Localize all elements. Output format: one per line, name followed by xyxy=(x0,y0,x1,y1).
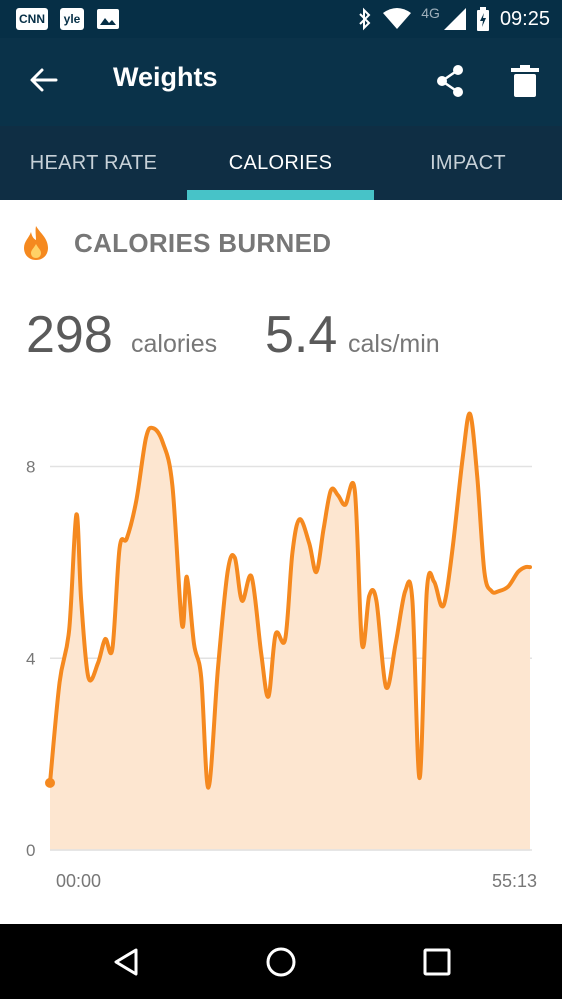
tab-impact[interactable]: IMPACT xyxy=(374,126,562,200)
clock: 09:25 xyxy=(499,8,550,30)
flame-icon xyxy=(24,226,48,260)
system-nav-bar xyxy=(0,924,562,999)
total-calories-value: 298 xyxy=(26,306,113,364)
total-calories-unit: calories xyxy=(131,330,218,358)
share-icon[interactable] xyxy=(434,64,466,98)
nav-recents-icon[interactable] xyxy=(419,944,455,980)
cell-signal-icon xyxy=(443,8,466,30)
tab-calories[interactable]: CALORIES xyxy=(187,126,374,200)
status-bar: CNN yle 4G 09:25 xyxy=(0,0,562,38)
bluetooth-icon xyxy=(359,7,371,31)
cnn-notification-icon: CNN xyxy=(16,8,48,30)
battery-icon xyxy=(476,7,489,31)
tab-bar: HEART RATE CALORIES IMPACT xyxy=(0,126,562,200)
area-fill xyxy=(50,413,530,850)
calorie-rate-value: 5.4 xyxy=(265,306,338,364)
calorie-rate-unit: cals/min xyxy=(348,330,440,358)
nav-home-icon[interactable] xyxy=(263,944,299,980)
y-tick-label: 8 xyxy=(26,458,35,477)
image-notification-icon xyxy=(97,9,119,29)
network-type-label: 4G xyxy=(421,5,440,21)
y-tick-label: 4 xyxy=(26,649,35,668)
page-title: Weights xyxy=(113,62,218,92)
yle-notification-icon: yle xyxy=(60,8,84,30)
nav-back-icon[interactable] xyxy=(108,944,144,980)
back-arrow-icon[interactable] xyxy=(28,64,60,96)
section-title: CALORIES BURNED xyxy=(74,228,332,258)
tab-heart-rate[interactable]: HEART RATE xyxy=(0,126,187,200)
x-end-label: 55:13 xyxy=(492,871,537,891)
start-point xyxy=(45,777,55,788)
trash-icon[interactable] xyxy=(511,65,539,97)
wifi-icon xyxy=(383,8,412,29)
active-tab-indicator xyxy=(187,190,374,200)
calories-chart: 0 4 8 00:00 55:13 xyxy=(26,411,537,891)
x-start-label: 00:00 xyxy=(56,871,101,891)
app-bar: Weights xyxy=(0,38,562,126)
y-tick-label: 0 xyxy=(26,841,35,860)
